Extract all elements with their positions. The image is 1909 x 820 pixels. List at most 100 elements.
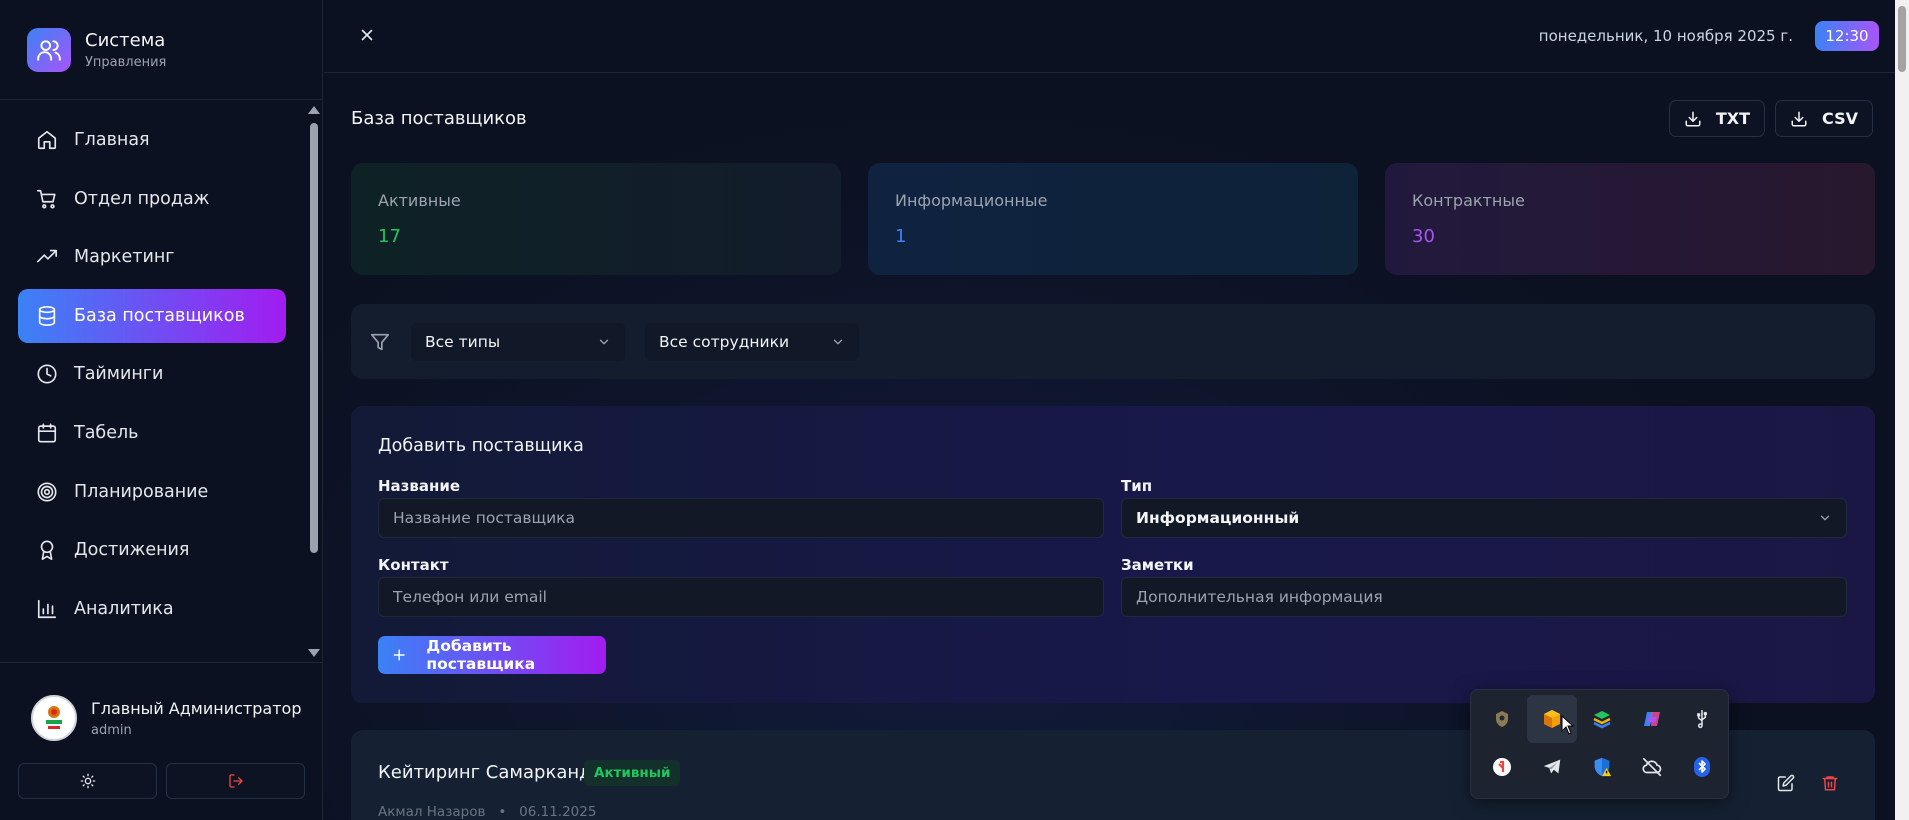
export-txt-label: TXT — [1715, 109, 1751, 128]
user-login: admin — [91, 722, 132, 738]
page-title: База поставщиков — [351, 108, 527, 129]
users-icon — [27, 27, 71, 72]
award-icon — [40, 540, 54, 561]
tray-shield-app-icon[interactable] — [1477, 695, 1527, 743]
sidebar-item-label: База поставщиков — [74, 305, 245, 326]
export-buttons: TXT CSV — [1668, 100, 1873, 137]
type-label: Тип — [1121, 477, 1153, 495]
stat-value: 30 — [1412, 226, 1435, 247]
plus-icon — [393, 649, 405, 661]
logout-button[interactable] — [166, 763, 305, 799]
sidebar-item-timings[interactable]: Тайминги — [18, 347, 286, 401]
user-name: Главный Администратор — [91, 698, 302, 718]
sidebar-item-label: Отдел продаж — [74, 188, 210, 209]
sidebar: Система Управления Главная Отдел продаж … — [0, 0, 323, 820]
trash-icon — [1822, 776, 1838, 791]
brand-subtitle: Управления — [85, 54, 167, 70]
scroll-up-icon[interactable] — [308, 106, 320, 114]
add-supplier-button[interactable]: Добавить поставщика — [378, 636, 606, 674]
user-panel: Главный Администратор admin — [0, 662, 322, 820]
sidebar-item-achievements[interactable]: Достижения — [18, 523, 286, 577]
current-date: понедельник, 10 ноября 2025 г. — [1538, 27, 1793, 45]
contact-label: Контакт — [378, 556, 449, 574]
close-icon — [361, 29, 373, 41]
sidebar-item-analytics[interactable]: Аналитика — [18, 582, 286, 636]
name-label: Название — [378, 477, 461, 495]
tray-yandex-icon[interactable] — [1477, 743, 1527, 791]
tray-telegram-icon[interactable] — [1527, 743, 1577, 791]
brand-title: Система — [85, 29, 166, 51]
supplier-actions — [1777, 774, 1839, 792]
system-tray-overflow — [1470, 689, 1729, 799]
cart-icon — [37, 189, 56, 209]
tray-security-warning-icon[interactable] — [1577, 743, 1627, 791]
theme-toggle-button[interactable] — [18, 763, 157, 799]
supplier-date: 06.11.2025 — [519, 804, 597, 820]
download-icon — [1685, 111, 1701, 126]
type-filter-select[interactable]: Все типы — [411, 322, 625, 361]
avatar[interactable] — [31, 695, 77, 741]
sidebar-item-label: Планирование — [74, 481, 209, 502]
chevron-down-icon — [1820, 515, 1830, 521]
tray-stack-app-icon[interactable] — [1577, 695, 1627, 743]
logout-icon — [228, 774, 243, 788]
contact-input[interactable]: Телефон или email — [378, 577, 1104, 617]
sidebar-item-label: Маркетинг — [74, 247, 175, 268]
close-sidebar-button[interactable] — [358, 26, 376, 44]
sidebar-item-sales[interactable]: Отдел продаж — [18, 172, 286, 226]
sidebar-item-label: Главная — [74, 130, 150, 150]
brand: Система Управления — [0, 0, 322, 100]
edit-button[interactable] — [1777, 774, 1795, 792]
notes-input[interactable]: Дополнительная информация — [1121, 577, 1847, 617]
scroll-down-icon[interactable] — [308, 649, 320, 657]
current-time-badge: 12:30 — [1815, 21, 1879, 51]
sidebar-item-home[interactable]: Главная — [18, 113, 286, 167]
page-scrollbar[interactable] — [1895, 0, 1909, 820]
delete-button[interactable] — [1821, 774, 1839, 792]
supplier-type-select[interactable]: Информационный — [1121, 498, 1847, 538]
page-scroll-thumb[interactable] — [1898, 6, 1906, 72]
stats-row: Активные 17 Информационные 1 Контрактные… — [351, 163, 1875, 275]
export-csv-label: CSV — [1822, 109, 1858, 128]
chevron-down-icon — [833, 339, 843, 345]
stat-card-contract: Контрактные 30 — [1385, 163, 1875, 275]
clock-icon — [37, 364, 57, 384]
sidebar-item-label: Тайминги — [74, 364, 164, 385]
stat-label: Контрактные — [1412, 191, 1525, 210]
sidebar-nav: Главная Отдел продаж Маркетинг База пост… — [18, 113, 286, 640]
filter-icon — [370, 333, 390, 350]
sidebar-item-marketing[interactable]: Маркетинг — [18, 230, 286, 284]
sidebar-item-label: Достижения — [74, 540, 190, 561]
download-icon — [1791, 111, 1807, 126]
edit-icon — [1777, 774, 1795, 792]
chevron-down-icon — [599, 339, 609, 345]
stat-card-active: Активные 17 — [351, 163, 841, 275]
form-title: Добавить поставщика — [378, 436, 584, 456]
sidebar-scroll-thumb[interactable] — [310, 123, 318, 553]
mouse-cursor-icon — [1561, 715, 1575, 735]
trending-up-icon — [37, 249, 57, 263]
calendar-icon — [37, 423, 57, 443]
sidebar-item-planning[interactable]: Планирование — [18, 465, 286, 519]
target-icon — [37, 482, 57, 502]
tray-bluetooth-icon[interactable] — [1677, 743, 1727, 791]
tray-cloud-off-icon[interactable] — [1627, 743, 1677, 791]
bar-chart-icon — [37, 599, 57, 618]
sidebar-scrollbar[interactable] — [306, 101, 322, 661]
supplier-name-input[interactable]: Название поставщика — [378, 498, 1104, 538]
sidebar-item-suppliers[interactable]: База поставщиков — [18, 288, 286, 343]
tray-usb-icon[interactable] — [1677, 695, 1727, 743]
tray-copilot-icon[interactable] — [1627, 695, 1677, 743]
stat-value: 1 — [895, 226, 907, 247]
add-supplier-form: Добавить поставщика Название Название по… — [351, 406, 1875, 703]
sidebar-item-label: Табель — [74, 422, 139, 443]
employee-filter-value: Все сотрудники — [659, 332, 790, 351]
export-csv-button[interactable]: CSV — [1775, 100, 1873, 137]
type-filter-value: Все типы — [425, 332, 501, 351]
export-txt-button[interactable]: TXT — [1668, 100, 1766, 137]
employee-filter-select[interactable]: Все сотрудники — [645, 322, 859, 361]
status-badge: Активный — [584, 760, 681, 786]
add-supplier-label: Добавить поставщика — [426, 637, 536, 673]
meta-separator: • — [498, 804, 507, 820]
sidebar-item-timesheet[interactable]: Табель — [18, 406, 286, 460]
